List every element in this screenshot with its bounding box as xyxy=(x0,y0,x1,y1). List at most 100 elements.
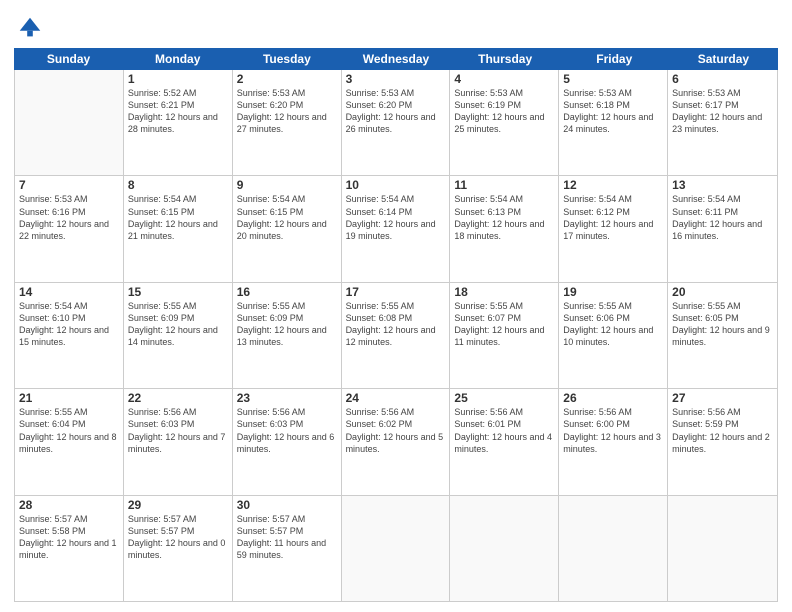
day-number: 25 xyxy=(454,391,554,405)
day-cell xyxy=(342,496,451,601)
day-header-saturday: Saturday xyxy=(669,48,778,70)
day-header-sunday: Sunday xyxy=(14,48,123,70)
day-cell: 19Sunrise: 5:55 AM Sunset: 6:06 PM Dayli… xyxy=(559,283,668,388)
day-number: 9 xyxy=(237,178,337,192)
day-cell: 30Sunrise: 5:57 AM Sunset: 5:57 PM Dayli… xyxy=(233,496,342,601)
header xyxy=(14,10,778,42)
day-number: 26 xyxy=(563,391,663,405)
day-info: Sunrise: 5:54 AM Sunset: 6:12 PM Dayligh… xyxy=(563,193,663,242)
day-info: Sunrise: 5:53 AM Sunset: 6:20 PM Dayligh… xyxy=(237,87,337,136)
day-header-wednesday: Wednesday xyxy=(341,48,450,70)
day-info: Sunrise: 5:54 AM Sunset: 6:10 PM Dayligh… xyxy=(19,300,119,349)
day-cell: 25Sunrise: 5:56 AM Sunset: 6:01 PM Dayli… xyxy=(450,389,559,494)
calendar-body-wrapper: 1Sunrise: 5:52 AM Sunset: 6:21 PM Daylig… xyxy=(14,70,778,602)
day-info: Sunrise: 5:56 AM Sunset: 6:02 PM Dayligh… xyxy=(346,406,446,455)
day-info: Sunrise: 5:52 AM Sunset: 6:21 PM Dayligh… xyxy=(128,87,228,136)
week-row-5: 28Sunrise: 5:57 AM Sunset: 5:58 PM Dayli… xyxy=(15,496,777,601)
day-number: 29 xyxy=(128,498,228,512)
day-number: 20 xyxy=(672,285,773,299)
day-info: Sunrise: 5:54 AM Sunset: 6:13 PM Dayligh… xyxy=(454,193,554,242)
day-cell: 12Sunrise: 5:54 AM Sunset: 6:12 PM Dayli… xyxy=(559,176,668,281)
day-info: Sunrise: 5:54 AM Sunset: 6:15 PM Dayligh… xyxy=(128,193,228,242)
week-row-1: 1Sunrise: 5:52 AM Sunset: 6:21 PM Daylig… xyxy=(15,70,777,176)
logo-icon xyxy=(16,14,44,42)
day-number: 1 xyxy=(128,72,228,86)
day-number: 13 xyxy=(672,178,773,192)
day-info: Sunrise: 5:53 AM Sunset: 6:18 PM Dayligh… xyxy=(563,87,663,136)
day-cell: 3Sunrise: 5:53 AM Sunset: 6:20 PM Daylig… xyxy=(342,70,451,175)
day-header-monday: Monday xyxy=(123,48,232,70)
day-number: 5 xyxy=(563,72,663,86)
day-cell: 2Sunrise: 5:53 AM Sunset: 6:20 PM Daylig… xyxy=(233,70,342,175)
week-row-4: 21Sunrise: 5:55 AM Sunset: 6:04 PM Dayli… xyxy=(15,389,777,495)
day-info: Sunrise: 5:55 AM Sunset: 6:04 PM Dayligh… xyxy=(19,406,119,455)
day-info: Sunrise: 5:56 AM Sunset: 6:03 PM Dayligh… xyxy=(237,406,337,455)
day-info: Sunrise: 5:56 AM Sunset: 5:59 PM Dayligh… xyxy=(672,406,773,455)
day-cell: 29Sunrise: 5:57 AM Sunset: 5:57 PM Dayli… xyxy=(124,496,233,601)
day-cell: 8Sunrise: 5:54 AM Sunset: 6:15 PM Daylig… xyxy=(124,176,233,281)
day-number: 14 xyxy=(19,285,119,299)
day-header-friday: Friday xyxy=(560,48,669,70)
day-info: Sunrise: 5:54 AM Sunset: 6:15 PM Dayligh… xyxy=(237,193,337,242)
day-number: 7 xyxy=(19,178,119,192)
day-info: Sunrise: 5:53 AM Sunset: 6:19 PM Dayligh… xyxy=(454,87,554,136)
week-row-2: 7Sunrise: 5:53 AM Sunset: 6:16 PM Daylig… xyxy=(15,176,777,282)
day-cell xyxy=(559,496,668,601)
page: SundayMondayTuesdayWednesdayThursdayFrid… xyxy=(0,0,792,612)
day-info: Sunrise: 5:57 AM Sunset: 5:58 PM Dayligh… xyxy=(19,513,119,562)
day-cell xyxy=(15,70,124,175)
day-number: 11 xyxy=(454,178,554,192)
day-info: Sunrise: 5:56 AM Sunset: 6:03 PM Dayligh… xyxy=(128,406,228,455)
day-number: 27 xyxy=(672,391,773,405)
day-info: Sunrise: 5:55 AM Sunset: 6:06 PM Dayligh… xyxy=(563,300,663,349)
calendar-header: SundayMondayTuesdayWednesdayThursdayFrid… xyxy=(14,48,778,70)
day-cell: 16Sunrise: 5:55 AM Sunset: 6:09 PM Dayli… xyxy=(233,283,342,388)
day-number: 16 xyxy=(237,285,337,299)
day-number: 30 xyxy=(237,498,337,512)
day-number: 12 xyxy=(563,178,663,192)
day-cell: 11Sunrise: 5:54 AM Sunset: 6:13 PM Dayli… xyxy=(450,176,559,281)
day-cell: 15Sunrise: 5:55 AM Sunset: 6:09 PM Dayli… xyxy=(124,283,233,388)
day-cell: 6Sunrise: 5:53 AM Sunset: 6:17 PM Daylig… xyxy=(668,70,777,175)
day-info: Sunrise: 5:53 AM Sunset: 6:16 PM Dayligh… xyxy=(19,193,119,242)
day-number: 17 xyxy=(346,285,446,299)
day-cell xyxy=(668,496,777,601)
day-cell: 22Sunrise: 5:56 AM Sunset: 6:03 PM Dayli… xyxy=(124,389,233,494)
day-cell: 13Sunrise: 5:54 AM Sunset: 6:11 PM Dayli… xyxy=(668,176,777,281)
day-number: 21 xyxy=(19,391,119,405)
day-cell: 20Sunrise: 5:55 AM Sunset: 6:05 PM Dayli… xyxy=(668,283,777,388)
day-number: 6 xyxy=(672,72,773,86)
day-info: Sunrise: 5:53 AM Sunset: 6:17 PM Dayligh… xyxy=(672,87,773,136)
day-cell: 9Sunrise: 5:54 AM Sunset: 6:15 PM Daylig… xyxy=(233,176,342,281)
day-number: 23 xyxy=(237,391,337,405)
day-number: 28 xyxy=(19,498,119,512)
day-info: Sunrise: 5:55 AM Sunset: 6:09 PM Dayligh… xyxy=(128,300,228,349)
day-number: 24 xyxy=(346,391,446,405)
day-number: 19 xyxy=(563,285,663,299)
day-number: 15 xyxy=(128,285,228,299)
day-number: 10 xyxy=(346,178,446,192)
day-info: Sunrise: 5:57 AM Sunset: 5:57 PM Dayligh… xyxy=(237,513,337,562)
day-cell: 14Sunrise: 5:54 AM Sunset: 6:10 PM Dayli… xyxy=(15,283,124,388)
day-cell: 7Sunrise: 5:53 AM Sunset: 6:16 PM Daylig… xyxy=(15,176,124,281)
day-cell xyxy=(450,496,559,601)
day-header-tuesday: Tuesday xyxy=(232,48,341,70)
day-cell: 23Sunrise: 5:56 AM Sunset: 6:03 PM Dayli… xyxy=(233,389,342,494)
day-cell: 17Sunrise: 5:55 AM Sunset: 6:08 PM Dayli… xyxy=(342,283,451,388)
day-number: 4 xyxy=(454,72,554,86)
logo xyxy=(14,14,44,42)
day-info: Sunrise: 5:55 AM Sunset: 6:08 PM Dayligh… xyxy=(346,300,446,349)
day-cell: 28Sunrise: 5:57 AM Sunset: 5:58 PM Dayli… xyxy=(15,496,124,601)
week-row-3: 14Sunrise: 5:54 AM Sunset: 6:10 PM Dayli… xyxy=(15,283,777,389)
day-number: 3 xyxy=(346,72,446,86)
day-info: Sunrise: 5:57 AM Sunset: 5:57 PM Dayligh… xyxy=(128,513,228,562)
day-cell: 24Sunrise: 5:56 AM Sunset: 6:02 PM Dayli… xyxy=(342,389,451,494)
calendar-body: 1Sunrise: 5:52 AM Sunset: 6:21 PM Daylig… xyxy=(15,70,777,601)
day-header-thursday: Thursday xyxy=(451,48,560,70)
day-info: Sunrise: 5:55 AM Sunset: 6:05 PM Dayligh… xyxy=(672,300,773,349)
day-number: 22 xyxy=(128,391,228,405)
day-info: Sunrise: 5:55 AM Sunset: 6:07 PM Dayligh… xyxy=(454,300,554,349)
day-cell: 1Sunrise: 5:52 AM Sunset: 6:21 PM Daylig… xyxy=(124,70,233,175)
day-info: Sunrise: 5:54 AM Sunset: 6:14 PM Dayligh… xyxy=(346,193,446,242)
day-number: 18 xyxy=(454,285,554,299)
